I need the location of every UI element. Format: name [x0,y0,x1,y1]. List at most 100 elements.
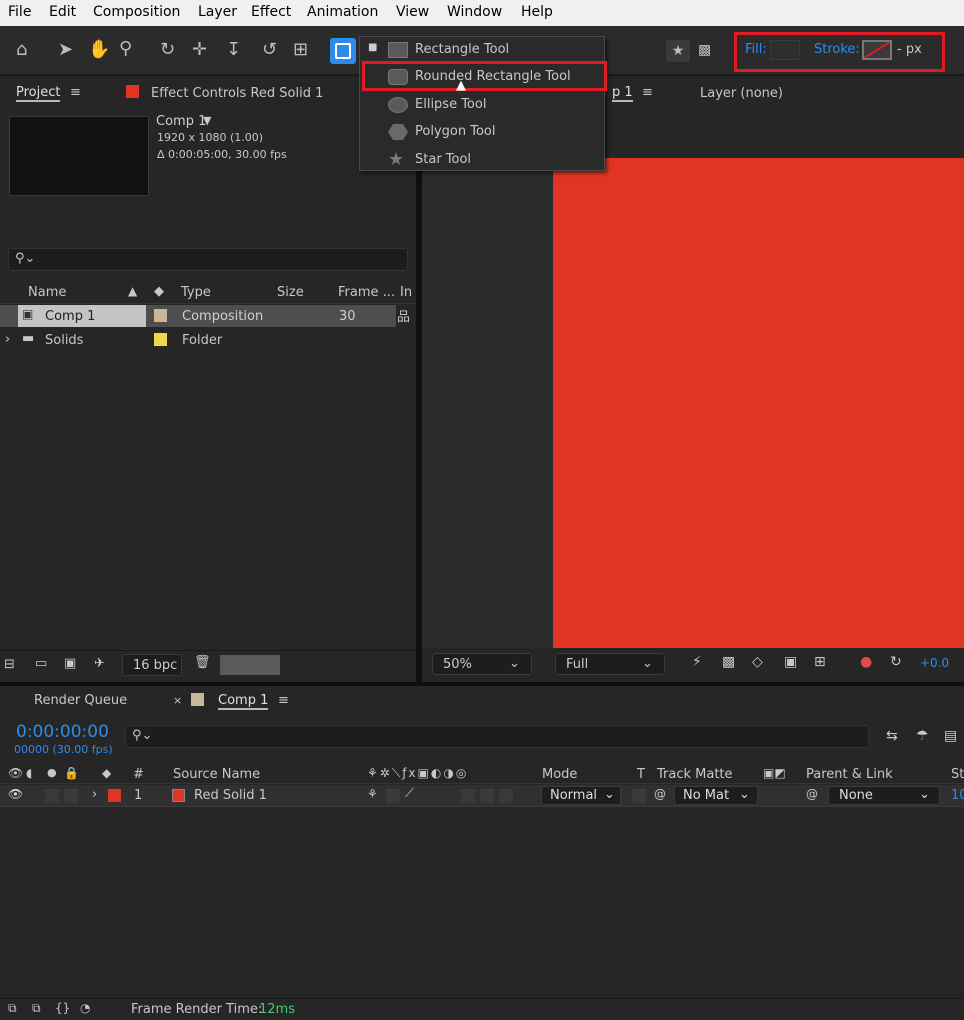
track-matte-dropdown[interactable]: No Mat ⌄ [674,786,758,805]
pan-camera-icon[interactable]: ✛ [192,40,207,60]
col-t[interactable]: T [637,767,645,782]
pickwhip-icon[interactable]: @ [654,787,666,801]
menu-help[interactable]: Help [521,4,553,20]
menu-composition[interactable]: Composition [93,4,180,20]
timecode[interactable]: 0:00:00:00 [16,722,109,742]
switches-icons[interactable]: ⚘✲⟍ƒx▣◐◑◎ [367,766,468,781]
layer-label-color[interactable] [108,789,121,802]
col-frame[interactable]: Frame ... [338,285,395,300]
menu-effect[interactable]: Effect [251,4,291,20]
render-time-icon[interactable]: ◔ [80,1001,90,1015]
fill-label[interactable]: Fill: [745,42,767,57]
shy-icon[interactable]: ⚘ [367,787,378,801]
solo-icon[interactable]: ● [47,766,57,779]
col-type[interactable]: Type [181,285,211,300]
col-stretch[interactable]: St [951,767,964,782]
interpret-footage-icon[interactable]: ⊟ [4,657,15,672]
solo-checkbox[interactable] [45,789,59,803]
render-icon[interactable]: ✈ [94,656,105,671]
comp-flowchart-icon[interactable]: ⇆ [886,728,898,744]
color-channels-icon[interactable]: ● [860,654,872,670]
orbit-camera-icon[interactable]: ↻ [160,40,175,60]
collapse-checkbox[interactable] [386,789,400,803]
menu-animation[interactable]: Animation [307,4,378,20]
reset-exposure-icon[interactable]: ↻ [890,654,902,670]
composition-canvas[interactable] [422,158,964,648]
3d-layer-checkbox[interactable] [499,789,513,803]
menu-view[interactable]: View [396,4,429,20]
timeline-search-input[interactable]: ⚲⌄ [125,725,869,748]
sort-up-icon[interactable]: ▲ [128,284,137,298]
eye-icon[interactable]: 👁 [8,766,23,780]
menu-layer[interactable]: Layer [198,4,237,20]
audio-icon[interactable]: ◖ [26,766,32,780]
tab-render-queue[interactable]: Render Queue [34,693,127,708]
col-source-name[interactable]: Source Name [173,767,260,782]
chevron-right-icon[interactable]: › [92,787,97,802]
stretch-value[interactable]: 10 [951,788,964,803]
tab-comp[interactable]: Comp 1 [218,693,269,710]
transfer-controls-icon[interactable]: ⧉ [32,1001,41,1016]
menu-item-star[interactable]: Star Tool [415,152,471,167]
stroke-swatch[interactable] [862,40,892,60]
panel-menu-icon[interactable]: ≡ [70,85,81,100]
resolution-dropdown[interactable]: Full ⌄ [555,653,665,675]
lock-checkbox[interactable] [64,789,78,803]
home-icon[interactable]: ⌂ [16,40,27,60]
mask-visibility-icon[interactable]: ◇ [752,654,763,670]
menu-file[interactable]: File [8,4,31,20]
in-out-icon[interactable]: {} [55,1001,70,1015]
panel-menu-icon[interactable]: ≡ [642,85,653,100]
stroke-width[interactable]: - px [897,42,922,57]
menu-item-rectangle[interactable]: Rectangle Tool [415,42,509,57]
zoom-dropdown[interactable]: 50% ⌄ [432,653,532,675]
frame-blending-icon[interactable]: ▤ [944,728,957,744]
adjustment-checkbox[interactable] [480,789,494,803]
col-in[interactable]: In [400,285,412,300]
table-row[interactable]: ▣ Comp 1 Composition 30 [0,305,396,327]
stroke-label[interactable]: Stroke: [814,42,860,57]
preserve-transparency-checkbox[interactable] [632,789,646,803]
grid-guides-icon[interactable]: ⊞ [814,654,826,670]
tab-layer[interactable]: Layer (none) [700,86,783,101]
new-comp-icon[interactable]: ▣ [64,656,76,671]
matte-icons[interactable]: ▣◩ [763,766,786,780]
mask-feather-icon[interactable]: ▩ [698,40,711,60]
dolly-camera-icon[interactable]: ↧ [226,40,241,60]
project-search-input[interactable]: ⚲⌄ [8,248,408,271]
tab-project[interactable]: Project [16,85,61,102]
hand-tool-icon[interactable]: ✋ [88,40,110,60]
tab-effect-controls[interactable]: Effect Controls Red Solid 1 [151,86,323,101]
shy-layers-icon[interactable]: ☂ [916,728,929,744]
label-tag-icon[interactable]: ◆ [154,284,164,299]
menu-item-ellipse[interactable]: Ellipse Tool [415,97,486,112]
selection-tool-icon[interactable]: ➤ [58,40,73,60]
panel-menu-icon[interactable]: ≡ [278,693,289,708]
transparency-grid-icon[interactable]: ▩ [722,654,735,670]
layer-row[interactable]: 👁 › 1 Red Solid 1 ⚘ ⟋ Normal ⌄ @ No Mat … [0,785,964,807]
close-icon[interactable]: × [173,694,182,707]
zoom-tool-icon[interactable]: ⚲ [119,39,132,59]
chevron-down-icon[interactable]: ▼ [203,114,211,127]
menu-window[interactable]: Window [447,4,502,20]
region-of-interest-icon[interactable]: ▣ [784,654,797,670]
comp-name[interactable]: Comp 1 [156,114,206,129]
bpc-button[interactable]: 16 bpc [122,654,182,676]
parent-dropdown[interactable]: None ⌄ [828,786,940,805]
label-tag-icon[interactable]: ◆ [102,766,111,780]
layer-switches-icon[interactable]: ⧉ [8,1001,17,1016]
fast-preview-icon[interactable]: ⚡ [692,654,702,670]
mode-dropdown[interactable]: Normal ⌄ [541,786,621,805]
col-number[interactable]: # [133,767,144,782]
chevron-right-icon[interactable]: › [5,332,10,347]
tab-composition[interactable]: p 1 [612,85,633,102]
eye-icon[interactable]: 👁 [8,787,23,801]
thumbnail-color-box[interactable] [220,655,280,675]
col-mode[interactable]: Mode [542,767,577,782]
col-track-matte[interactable]: Track Matte [657,767,733,782]
menu-edit[interactable]: Edit [49,4,76,20]
shape-tool-button[interactable] [330,38,356,64]
star-icon[interactable]: ★ [666,40,690,62]
red-solid-layer[interactable] [553,158,964,648]
trash-icon[interactable]: 🗑 [194,655,211,670]
